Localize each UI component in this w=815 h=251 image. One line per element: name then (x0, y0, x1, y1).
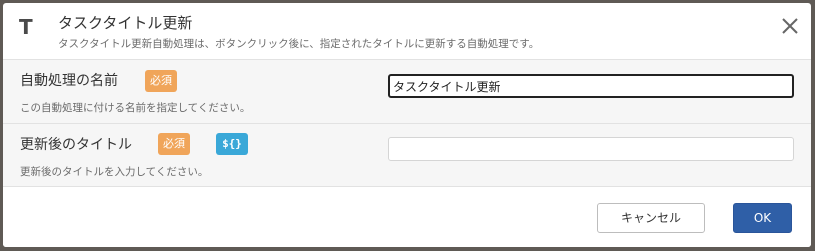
close-icon (782, 18, 798, 34)
field-description-new-title: 更新後のタイトルを入力してください。 (20, 166, 209, 178)
required-badge: 必須 (145, 70, 177, 92)
automation-name-input[interactable] (388, 74, 794, 98)
field-label-new-title: 更新後のタイトル (20, 137, 132, 153)
ok-button[interactable]: OK (733, 203, 792, 233)
dialog-subtitle: タスクタイトル更新自動処理は、ボタンクリック後に、指定されたタイトルに更新する自… (58, 38, 540, 50)
required-badge: 必須 (158, 133, 190, 155)
cancel-button[interactable]: キャンセル (597, 203, 705, 233)
field-description-automation-name: この自動処理に付ける名前を指定してください。 (20, 102, 251, 114)
dialog-footer: キャンセル OK (3, 187, 811, 247)
variable-insert-button[interactable]: ${} (216, 133, 248, 155)
close-button[interactable] (779, 15, 801, 37)
field-row-new-title: 更新後のタイトル 必須 ${} 更新後のタイトルを入力してください。 (3, 124, 811, 187)
dialog-header: T タスクタイトル更新 タスクタイトル更新自動処理は、ボタンクリック後に、指定さ… (3, 3, 811, 60)
text-type-icon: T (19, 15, 33, 39)
dialog-title: タスクタイトル更新 (58, 14, 193, 32)
field-row-automation-name: 自動処理の名前 必須 この自動処理に付ける名前を指定してください。 (3, 60, 811, 124)
field-label-automation-name: 自動処理の名前 (20, 73, 118, 89)
dialog: T タスクタイトル更新 タスクタイトル更新自動処理は、ボタンクリック後に、指定さ… (3, 3, 811, 247)
new-title-input[interactable] (388, 137, 794, 161)
